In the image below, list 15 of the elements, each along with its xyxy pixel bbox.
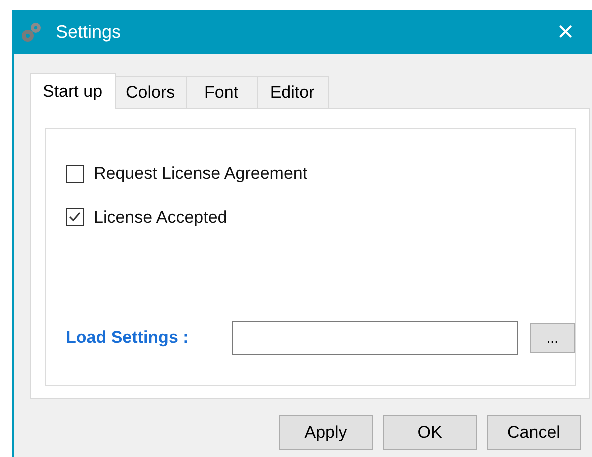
window-title: Settings bbox=[56, 20, 122, 44]
tab[interactable]: Start up bbox=[30, 73, 116, 109]
check-icon bbox=[68, 210, 82, 224]
checkbox-label: License Accepted bbox=[94, 206, 228, 228]
gears-icon bbox=[20, 20, 44, 44]
checkbox[interactable] bbox=[66, 164, 84, 183]
dialog-button[interactable]: Cancel bbox=[487, 415, 581, 450]
tab[interactable]: Editor bbox=[256, 76, 329, 108]
checkbox[interactable] bbox=[66, 208, 84, 226]
dialog-button[interactable]: Apply bbox=[279, 415, 373, 450]
checkbox-label: Request License Agreement bbox=[94, 163, 308, 185]
load-settings-field[interactable] bbox=[232, 321, 518, 355]
dialog-button[interactable]: OK bbox=[383, 415, 477, 450]
browse-button[interactable]: ... bbox=[530, 323, 575, 353]
load-settings-label: Load Settings : bbox=[66, 327, 190, 350]
